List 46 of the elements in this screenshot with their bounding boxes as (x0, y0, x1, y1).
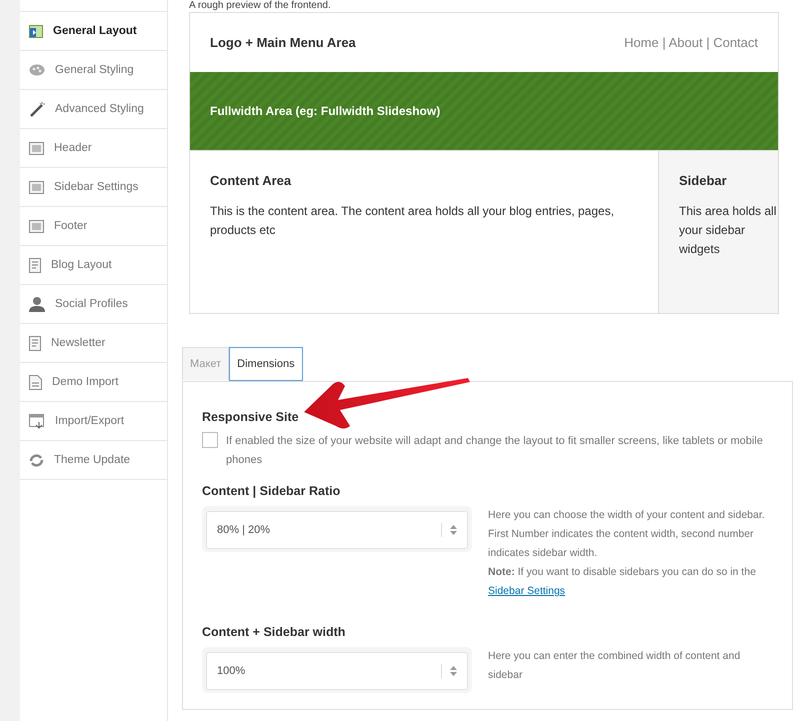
person-icon (29, 296, 45, 312)
logo-area-label: Logo + Main Menu Area (210, 35, 356, 50)
document-icon (29, 336, 41, 350)
fullwidth-area-label: Fullwidth Area (eg: Fullwidth Slideshow) (210, 104, 440, 118)
sort-arrows-icon (450, 525, 457, 535)
select-field[interactable]: 100% (206, 652, 468, 690)
checkbox-label: If enabled the size of your website will adapt and change the layout to fit smaller screens, like tablets or mobile phones (226, 434, 764, 468)
setting-description: Here you can enter the combined width of content and sidebar (488, 649, 742, 683)
preview-caption: A rough preview of the frontend. (189, 0, 332, 12)
sidebar-item[interactable]: Blog Layout (20, 246, 167, 285)
panel-icon (29, 180, 44, 194)
sidebar-text: This area holds all your sidebar widgets (679, 203, 778, 258)
sidebar-item[interactable]: Theme Update (20, 441, 167, 480)
tab[interactable]: Макет (182, 347, 230, 380)
sidebar-item[interactable]: General Layout (20, 12, 167, 51)
select-field[interactable]: 80% | 20% (206, 511, 468, 549)
sidebar-item[interactable]: Newsletter (20, 324, 167, 363)
palette-icon (29, 64, 45, 76)
setting-title: Content | Sidebar Ratio (202, 484, 342, 498)
panel-icon (29, 220, 44, 232)
content-area-text: This is the content area. The content area holds all your blog entries, pages, products etc (210, 203, 616, 239)
wand-icon (29, 101, 45, 117)
sidebar-title: Sidebar (679, 173, 728, 188)
window-icon (29, 414, 45, 428)
sidebar-item[interactable]: Social Profiles (20, 285, 167, 324)
content-area-title: Content Area (210, 173, 292, 188)
sidebar-item[interactable]: Demo Import (20, 363, 167, 402)
sidebar-item[interactable]: Header (20, 129, 167, 168)
setting-title: Responsive Site (202, 410, 300, 424)
sidebar-settings-link[interactable]: Sidebar Settings (488, 585, 566, 597)
tab[interactable]: Dimensions (229, 347, 303, 381)
sidebar-item[interactable]: Import/Export (20, 402, 167, 441)
sidebar-item[interactable]: Sidebar Settings (20, 168, 167, 207)
document-icon (29, 258, 41, 272)
setting-title: Content + Sidebar width (202, 625, 346, 639)
document-icon (29, 374, 42, 390)
checkbox[interactable] (202, 432, 218, 448)
sidebar-item[interactable]: Advanced Styling (20, 90, 167, 129)
panel-icon (29, 142, 44, 154)
sort-arrows-icon (450, 666, 457, 676)
setting-description: Here you can choose the width of your content and sidebar. First Number indicates the content width, second number indicates sidebar width. Note: If you want to disable sidebars you can do so in the Sidebar Settings (488, 508, 766, 599)
sidebar-item[interactable]: General Styling (20, 51, 167, 90)
refresh-icon (29, 452, 44, 468)
sidebar-item[interactable]: Footer (20, 207, 167, 246)
menu-label: Home | About | Contact (624, 35, 758, 50)
layout-icon (29, 24, 43, 38)
